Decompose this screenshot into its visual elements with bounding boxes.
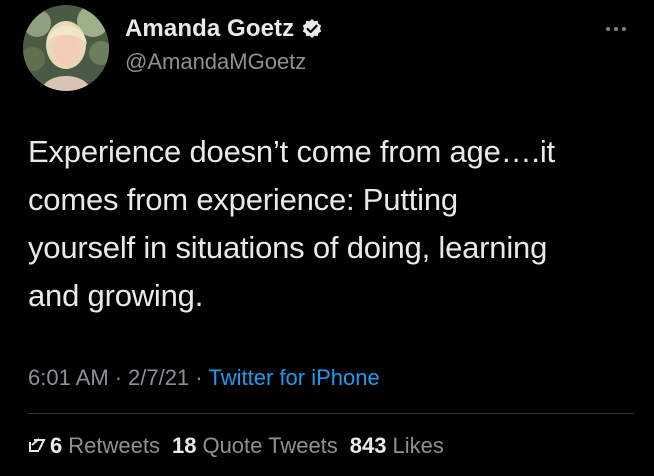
- tweet-time[interactable]: 6:01 AM: [28, 365, 109, 391]
- more-dot: [614, 27, 618, 31]
- retweets-label: Retweets: [68, 433, 160, 458]
- meta-separator: ·: [195, 365, 203, 390]
- more-dot: [622, 27, 626, 31]
- retweets-stat[interactable]: 6 Retweets: [28, 433, 160, 459]
- author-name-row: Amanda Goetz: [125, 15, 323, 43]
- tweet-source-link[interactable]: Twitter for iPhone: [209, 365, 380, 391]
- tweet-text-line: yourself in situations of doing, learnin…: [28, 230, 548, 265]
- tweet-meta: 6:01 AM · 2/7/21 · Twitter for iPhone: [28, 365, 380, 391]
- tweet-stats: 6 Retweets 18 Quote Tweets 843 Likes: [28, 433, 456, 459]
- retweets-count: 6: [50, 433, 63, 458]
- avatar[interactable]: [23, 5, 109, 91]
- likes-count: 843: [349, 433, 387, 458]
- tweet-text-line: comes from experience: Putting: [28, 182, 458, 217]
- likes-stat[interactable]: 843 Likes: [350, 433, 444, 459]
- verified-badge-icon: [301, 18, 323, 40]
- quote-tweets-label: Quote Tweets: [202, 433, 338, 458]
- quote-tweets-count: 18: [171, 433, 197, 458]
- quote-tweets-stat[interactable]: 18 Quote Tweets: [172, 433, 338, 459]
- author-handle[interactable]: @AmandaMGoetz: [125, 49, 306, 75]
- more-dot: [606, 27, 610, 31]
- meta-separator: ·: [114, 365, 123, 390]
- tweet-text-line: and growing.: [28, 278, 204, 313]
- divider: [28, 413, 634, 414]
- tweet-card: Amanda Goetz @AmandaMGoetz Experience do…: [0, 0, 654, 476]
- more-options-icon[interactable]: [606, 24, 632, 34]
- tweet-text: Experience doesn’t come from age….it com…: [28, 128, 628, 320]
- tweet-text-line: Experience doesn’t come from age….it: [28, 134, 555, 169]
- author-display-name[interactable]: Amanda Goetz: [125, 15, 294, 43]
- likes-label: Likes: [392, 433, 444, 458]
- tweet-date[interactable]: 2/7/21: [128, 365, 189, 391]
- retweet-icon: [28, 436, 48, 456]
